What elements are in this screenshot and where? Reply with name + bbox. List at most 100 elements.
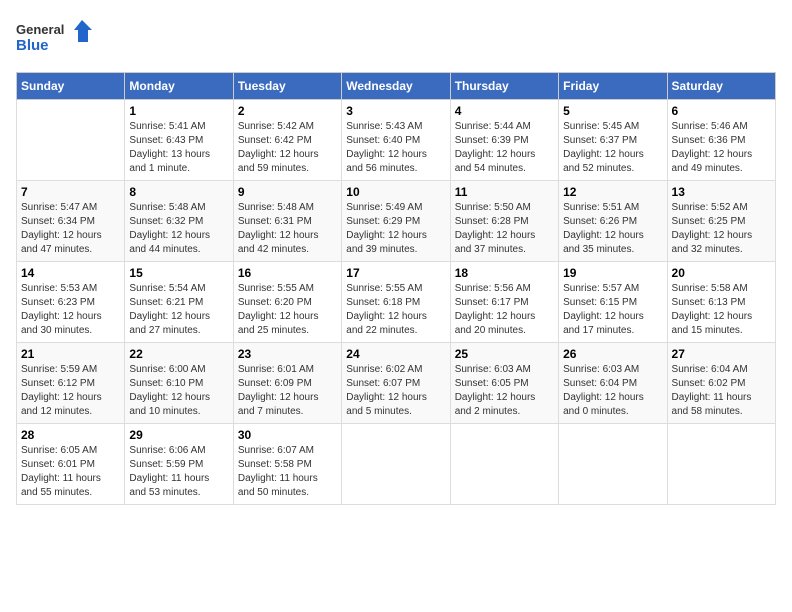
day-info: Sunrise: 5:46 AMSunset: 6:36 PMDaylight:…	[672, 121, 753, 174]
day-number: 10	[346, 185, 445, 199]
day-info: Sunrise: 5:49 AMSunset: 6:29 PMDaylight:…	[346, 202, 427, 255]
day-info: Sunrise: 5:47 AMSunset: 6:34 PMDaylight:…	[21, 202, 102, 255]
day-info: Sunrise: 6:03 AMSunset: 6:04 PMDaylight:…	[563, 364, 644, 417]
weekday-header-friday: Friday	[559, 73, 667, 100]
day-number: 18	[455, 266, 554, 280]
day-number: 15	[129, 266, 228, 280]
calendar-cell: 1 Sunrise: 5:41 AMSunset: 6:43 PMDaylight…	[125, 100, 233, 181]
week-row-3: 14 Sunrise: 5:53 AMSunset: 6:23 PMDayligh…	[17, 262, 776, 343]
weekday-header-saturday: Saturday	[667, 73, 775, 100]
calendar-cell: 19 Sunrise: 5:57 AMSunset: 6:15 PMDayligh…	[559, 262, 667, 343]
day-number: 12	[563, 185, 662, 199]
weekday-header-row: SundayMondayTuesdayWednesdayThursdayFrid…	[17, 73, 776, 100]
calendar-cell: 26 Sunrise: 6:03 AMSunset: 6:04 PMDayligh…	[559, 343, 667, 424]
calendar-cell: 13Sunrise: 5:52 AMSunset: 6:25 PMDayligh…	[667, 181, 775, 262]
calendar-cell: 11 Sunrise: 5:50 AMSunset: 6:28 PMDayligh…	[450, 181, 558, 262]
calendar-cell: 24 Sunrise: 6:02 AMSunset: 6:07 PMDayligh…	[342, 343, 450, 424]
day-number: 3	[346, 104, 445, 118]
calendar-cell: 29 Sunrise: 6:06 AMSunset: 5:59 PMDayligh…	[125, 424, 233, 505]
calendar-cell: 28 Sunrise: 6:05 AMSunset: 6:01 PMDayligh…	[17, 424, 125, 505]
weekday-header-tuesday: Tuesday	[233, 73, 341, 100]
day-info: Sunrise: 5:54 AMSunset: 6:21 PMDaylight:…	[129, 283, 210, 336]
calendar-cell: 9 Sunrise: 5:48 AMSunset: 6:31 PMDaylight…	[233, 181, 341, 262]
calendar-cell: 4 Sunrise: 5:44 AMSunset: 6:39 PMDaylight…	[450, 100, 558, 181]
day-number: 11	[455, 185, 554, 199]
day-number: 4	[455, 104, 554, 118]
calendar-cell: 10 Sunrise: 5:49 AMSunset: 6:29 PMDayligh…	[342, 181, 450, 262]
day-number: 24	[346, 347, 445, 361]
day-number: 5	[563, 104, 662, 118]
day-info: Sunrise: 5:55 AMSunset: 6:18 PMDaylight:…	[346, 283, 427, 336]
calendar-cell: 20 Sunrise: 5:58 AMSunset: 6:13 PMDayligh…	[667, 262, 775, 343]
day-number: 16	[238, 266, 337, 280]
weekday-header-sunday: Sunday	[17, 73, 125, 100]
day-info: Sunrise: 5:56 AMSunset: 6:17 PMDaylight:…	[455, 283, 536, 336]
calendar-cell: 12Sunrise: 5:51 AMSunset: 6:26 PMDayligh…	[559, 181, 667, 262]
week-row-1: 1 Sunrise: 5:41 AMSunset: 6:43 PMDaylight…	[17, 100, 776, 181]
calendar-cell: 23 Sunrise: 6:01 AMSunset: 6:09 PMDayligh…	[233, 343, 341, 424]
calendar-cell: 17 Sunrise: 5:55 AMSunset: 6:18 PMDayligh…	[342, 262, 450, 343]
day-number: 22	[129, 347, 228, 361]
day-number: 21	[21, 347, 120, 361]
day-info: Sunrise: 5:53 AMSunset: 6:23 PMDaylight:…	[21, 283, 102, 336]
day-info: Sunrise: 6:01 AMSunset: 6:09 PMDaylight:…	[238, 364, 319, 417]
day-info: Sunrise: 5:43 AMSunset: 6:40 PMDaylight:…	[346, 121, 427, 174]
week-row-2: 7 Sunrise: 5:47 AMSunset: 6:34 PMDaylight…	[17, 181, 776, 262]
logo: General Blue	[16, 16, 96, 60]
week-row-4: 21 Sunrise: 5:59 AMSunset: 6:12 PMDayligh…	[17, 343, 776, 424]
day-info: Sunrise: 6:04 AMSunset: 6:02 PMDaylight:…	[672, 364, 752, 417]
calendar-cell: 5 Sunrise: 5:45 AMSunset: 6:37 PMDaylight…	[559, 100, 667, 181]
day-info: Sunrise: 5:55 AMSunset: 6:20 PMDaylight:…	[238, 283, 319, 336]
day-number: 30	[238, 428, 337, 442]
day-info: Sunrise: 5:44 AMSunset: 6:39 PMDaylight:…	[455, 121, 536, 174]
logo-icon: General Blue	[16, 16, 96, 60]
calendar-cell: 8Sunrise: 5:48 AMSunset: 6:32 PMDaylight…	[125, 181, 233, 262]
day-info: Sunrise: 5:42 AMSunset: 6:42 PMDaylight:…	[238, 121, 319, 174]
day-number: 28	[21, 428, 120, 442]
calendar-table: SundayMondayTuesdayWednesdayThursdayFrid…	[16, 72, 776, 505]
day-info: Sunrise: 6:00 AMSunset: 6:10 PMDaylight:…	[129, 364, 210, 417]
day-info: Sunrise: 5:50 AMSunset: 6:28 PMDaylight:…	[455, 202, 536, 255]
calendar-cell	[17, 100, 125, 181]
calendar-cell: 15 Sunrise: 5:54 AMSunset: 6:21 PMDayligh…	[125, 262, 233, 343]
calendar-cell	[667, 424, 775, 505]
day-number: 23	[238, 347, 337, 361]
day-info: Sunrise: 6:05 AMSunset: 6:01 PMDaylight:…	[21, 445, 101, 498]
calendar-cell	[342, 424, 450, 505]
weekday-header-thursday: Thursday	[450, 73, 558, 100]
day-info: Sunrise: 5:58 AMSunset: 6:13 PMDaylight:…	[672, 283, 753, 336]
day-info: Sunrise: 5:48 AMSunset: 6:31 PMDaylight:…	[238, 202, 319, 255]
calendar-cell: 27 Sunrise: 6:04 AMSunset: 6:02 PMDayligh…	[667, 343, 775, 424]
day-number: 26	[563, 347, 662, 361]
day-info: Sunrise: 6:06 AMSunset: 5:59 PMDaylight:…	[129, 445, 209, 498]
day-number: 27	[672, 347, 771, 361]
day-info: Sunrise: 5:48 AMSunset: 6:32 PMDaylight:…	[129, 202, 210, 255]
day-number: 20	[672, 266, 771, 280]
calendar-cell: 22 Sunrise: 6:00 AMSunset: 6:10 PMDayligh…	[125, 343, 233, 424]
day-info: Sunrise: 6:02 AMSunset: 6:07 PMDaylight:…	[346, 364, 427, 417]
calendar-cell: 7 Sunrise: 5:47 AMSunset: 6:34 PMDaylight…	[17, 181, 125, 262]
day-number: 7	[21, 185, 120, 199]
day-number: 2	[238, 104, 337, 118]
day-number: 19	[563, 266, 662, 280]
day-info: Sunrise: 5:45 AMSunset: 6:37 PMDaylight:…	[563, 121, 644, 174]
weekday-header-wednesday: Wednesday	[342, 73, 450, 100]
day-info: Sunrise: 6:07 AMSunset: 5:58 PMDaylight:…	[238, 445, 318, 498]
day-number: 29	[129, 428, 228, 442]
calendar-cell: 25Sunrise: 6:03 AMSunset: 6:05 PMDayligh…	[450, 343, 558, 424]
svg-text:Blue: Blue	[16, 37, 49, 54]
day-info: Sunrise: 5:57 AMSunset: 6:15 PMDaylight:…	[563, 283, 644, 336]
day-number: 17	[346, 266, 445, 280]
calendar-cell: 30 Sunrise: 6:07 AMSunset: 5:58 PMDayligh…	[233, 424, 341, 505]
day-number: 1	[129, 104, 228, 118]
day-number: 14	[21, 266, 120, 280]
day-info: Sunrise: 5:59 AMSunset: 6:12 PMDaylight:…	[21, 364, 102, 417]
day-number: 6	[672, 104, 771, 118]
day-number: 9	[238, 185, 337, 199]
calendar-cell: 3 Sunrise: 5:43 AMSunset: 6:40 PMDaylight…	[342, 100, 450, 181]
page-header: General Blue	[16, 16, 776, 60]
day-info: Sunrise: 5:41 AMSunset: 6:43 PMDaylight:…	[129, 121, 210, 174]
calendar-cell: 2 Sunrise: 5:42 AMSunset: 6:42 PMDaylight…	[233, 100, 341, 181]
day-info: Sunrise: 5:52 AMSunset: 6:25 PMDaylight:…	[672, 202, 753, 255]
calendar-cell	[450, 424, 558, 505]
